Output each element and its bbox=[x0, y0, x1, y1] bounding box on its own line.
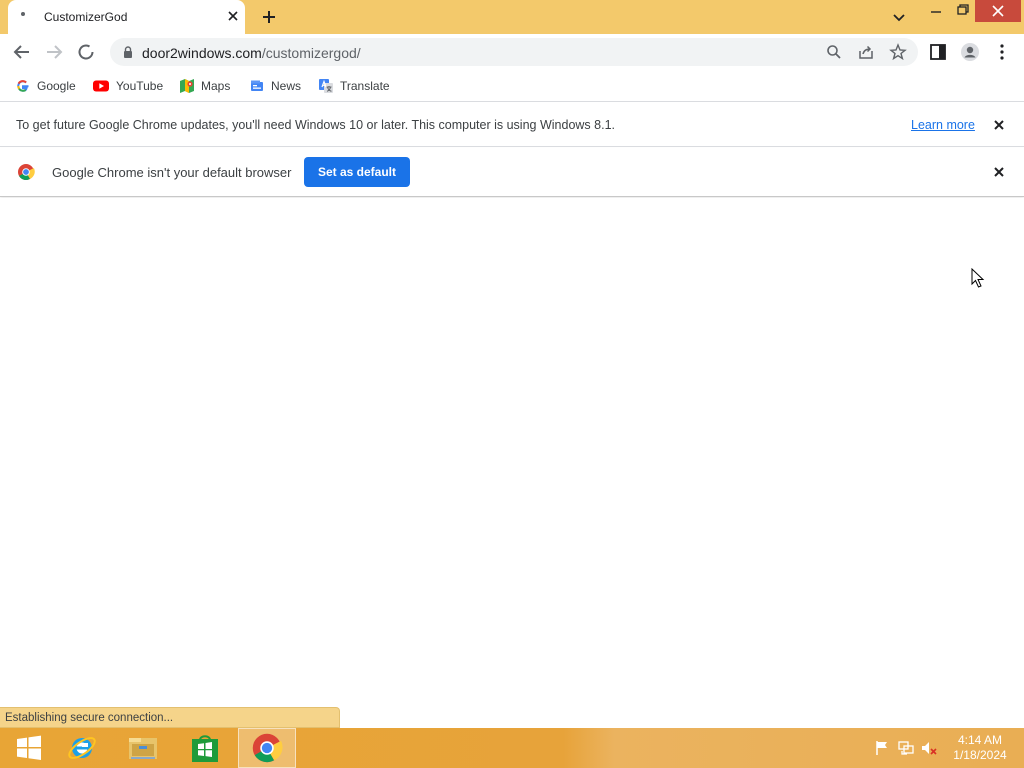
restore-button[interactable] bbox=[949, 0, 975, 22]
screen: CustomizerGod door2windows.com/customize… bbox=[0, 0, 1024, 768]
bookmarks-bar: Google YouTube Maps News Translate bbox=[0, 70, 1024, 102]
taskbar-internet-explorer[interactable] bbox=[53, 728, 111, 768]
action-center-flag-icon[interactable] bbox=[874, 740, 890, 756]
mouse-cursor-icon bbox=[971, 268, 985, 288]
update-infobar-message: To get future Google Chrome updates, you… bbox=[16, 118, 615, 132]
bookmark-label: Translate bbox=[340, 79, 390, 93]
news-icon bbox=[251, 80, 263, 91]
url-text: door2windows.com/customizergod/ bbox=[142, 45, 361, 61]
set-as-default-button[interactable]: Set as default bbox=[304, 157, 410, 187]
bookmark-label: Maps bbox=[201, 79, 231, 93]
bookmark-label: Google bbox=[37, 79, 76, 93]
status-text: Establishing secure connection... bbox=[5, 712, 174, 724]
url-path: /customizergod/ bbox=[261, 45, 361, 61]
bookmark-star-icon[interactable] bbox=[888, 42, 908, 62]
bookmark-google[interactable]: Google bbox=[15, 76, 76, 96]
address-bar[interactable]: door2windows.com/customizergod/ bbox=[110, 38, 918, 66]
stop-loading-icon[interactable] bbox=[72, 38, 100, 66]
volume-muted-icon[interactable] bbox=[921, 740, 937, 756]
internet-explorer-icon bbox=[68, 737, 96, 759]
bookmark-label: YouTube bbox=[116, 79, 164, 93]
default-browser-infobar: Google Chrome isn't your default browser… bbox=[0, 148, 1024, 197]
minimize-button[interactable] bbox=[923, 0, 949, 22]
file-explorer-icon bbox=[129, 738, 157, 759]
new-tab-button[interactable] bbox=[259, 7, 279, 27]
more-menu-icon[interactable] bbox=[988, 38, 1016, 66]
side-panel-icon[interactable] bbox=[924, 38, 952, 66]
page-viewport[interactable] bbox=[0, 198, 1024, 728]
default-infobar-close-icon[interactable] bbox=[991, 164, 1007, 180]
clock-date: 1/18/2024 bbox=[953, 748, 1007, 762]
url-host: door2windows.com bbox=[142, 45, 262, 61]
windows-store-icon bbox=[192, 735, 218, 762]
system-clock[interactable]: 4:14 AM 1/18/2024 bbox=[946, 733, 1014, 763]
taskbar-file-explorer[interactable] bbox=[114, 728, 172, 768]
default-browser-message: Google Chrome isn't your default browser bbox=[52, 165, 292, 180]
learn-more-link[interactable]: Learn more bbox=[911, 118, 975, 132]
translate-icon bbox=[319, 79, 333, 93]
bookmark-news[interactable]: News bbox=[249, 76, 301, 96]
google-icon bbox=[17, 80, 29, 92]
bookmark-maps[interactable]: Maps bbox=[179, 76, 230, 96]
forward-button[interactable] bbox=[40, 38, 68, 66]
bookmark-translate[interactable]: Translate bbox=[318, 76, 390, 96]
chrome-logo-icon bbox=[18, 164, 35, 180]
share-icon[interactable] bbox=[856, 42, 876, 62]
taskbar-windows-store[interactable] bbox=[176, 728, 234, 768]
tab-close-icon[interactable] bbox=[224, 7, 242, 25]
close-window-button[interactable] bbox=[975, 0, 1021, 22]
bookmark-label: News bbox=[271, 79, 302, 93]
update-infobar-close-icon[interactable] bbox=[991, 117, 1007, 133]
youtube-icon bbox=[93, 80, 109, 92]
tab-search-chevron-icon[interactable] bbox=[889, 7, 909, 27]
search-icon[interactable] bbox=[824, 42, 844, 62]
start-button[interactable] bbox=[0, 728, 58, 768]
loading-favicon-icon bbox=[21, 12, 25, 16]
bookmark-youtube[interactable]: YouTube bbox=[92, 76, 163, 96]
profile-avatar-icon[interactable] bbox=[956, 38, 984, 66]
update-infobar: To get future Google Chrome updates, you… bbox=[0, 103, 1024, 147]
tab-title: CustomizerGod bbox=[44, 10, 128, 24]
tab-strip: CustomizerGod bbox=[0, 0, 1024, 34]
taskbar-google-chrome[interactable] bbox=[238, 728, 296, 768]
clock-time: 4:14 AM bbox=[957, 733, 1003, 747]
browser-toolbar: door2windows.com/customizergod/ bbox=[0, 34, 1024, 70]
back-button[interactable] bbox=[8, 38, 36, 66]
tab-active[interactable]: CustomizerGod bbox=[8, 0, 245, 34]
status-bubble: Establishing secure connection... bbox=[0, 707, 340, 728]
maps-icon bbox=[180, 79, 194, 93]
lock-icon[interactable] bbox=[121, 45, 135, 59]
windows-logo-icon bbox=[17, 735, 41, 760]
network-icon[interactable] bbox=[898, 740, 914, 756]
google-chrome-icon bbox=[252, 733, 283, 763]
windows-taskbar: 4:14 AM 1/18/2024 bbox=[0, 728, 1024, 768]
